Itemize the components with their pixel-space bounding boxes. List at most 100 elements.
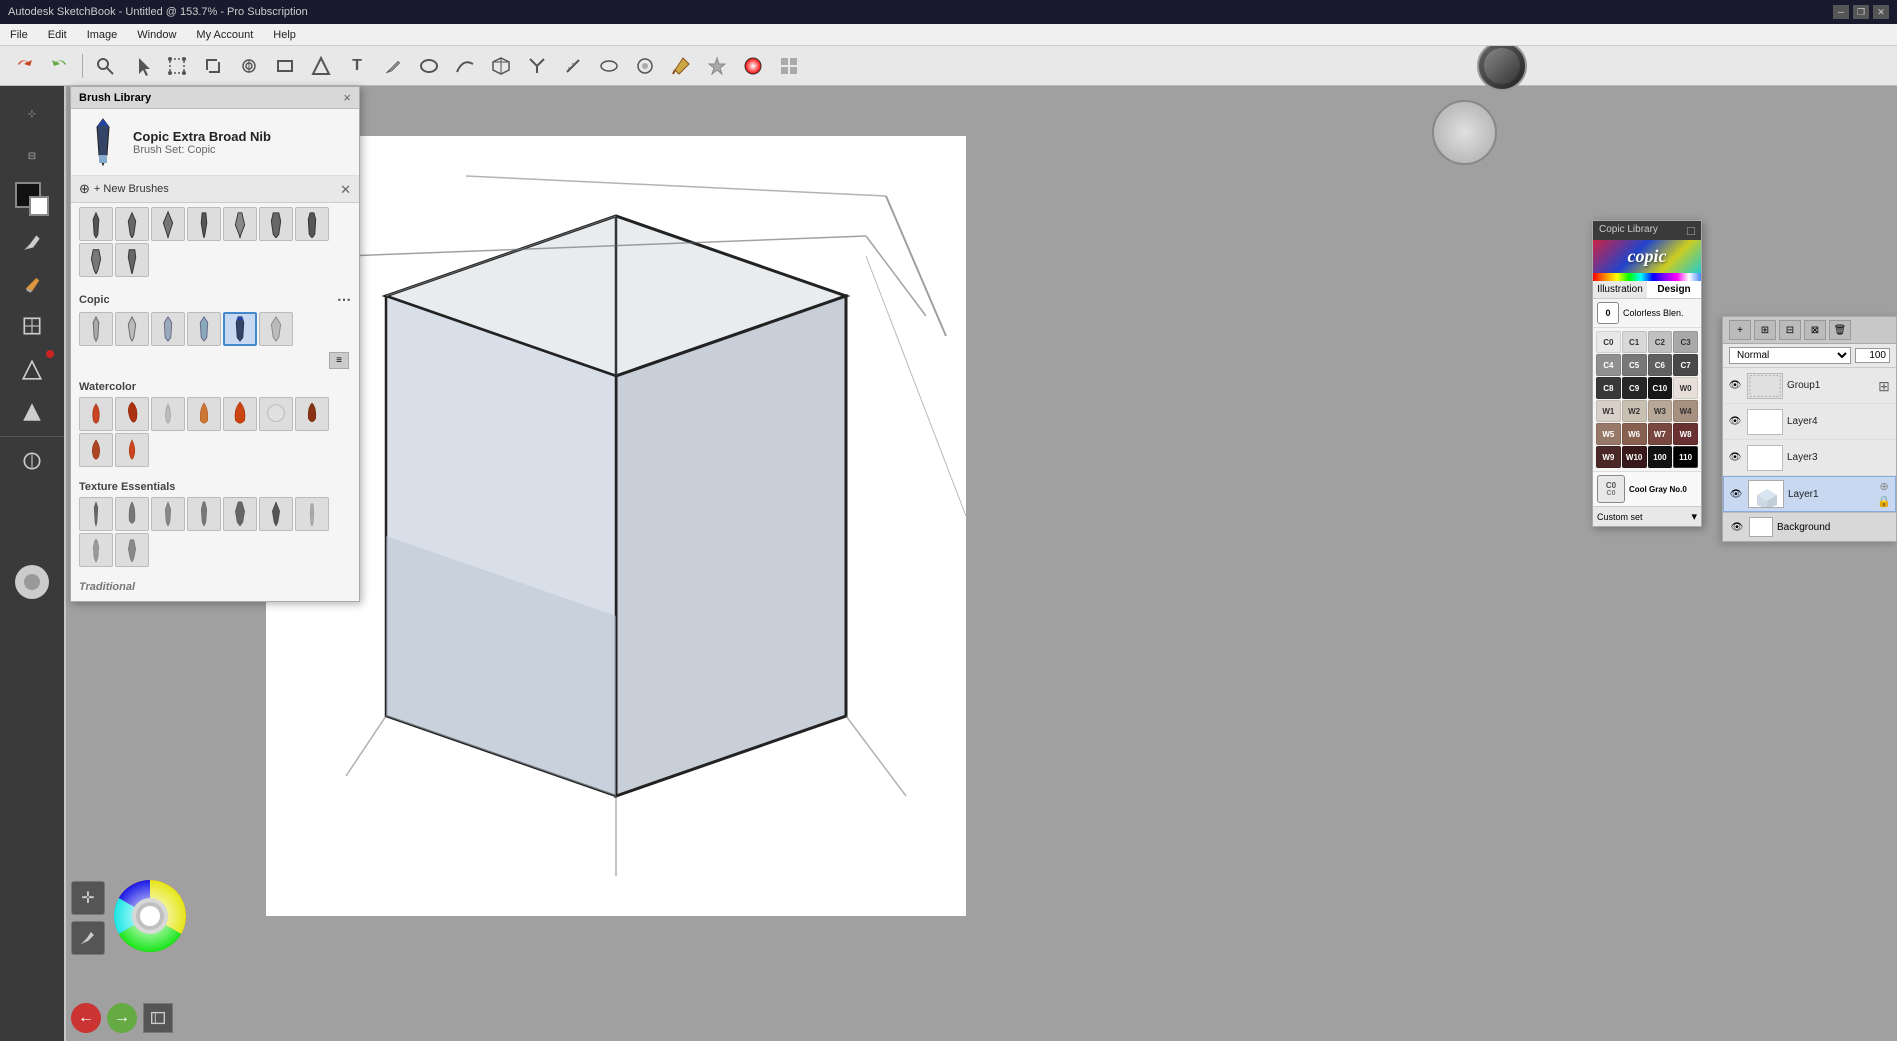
left-tool-1[interactable]: ⊹ — [10, 94, 54, 134]
layer-item-background[interactable]: 👁 Background — [1723, 512, 1896, 541]
copic-cell-C8[interactable]: C8 — [1596, 377, 1621, 399]
left-tool-5[interactable] — [10, 392, 54, 432]
copic-colorless-blend[interactable]: 0 Colorless Blen. — [1593, 299, 1701, 328]
curve-tool[interactable] — [449, 51, 481, 81]
delete-layer-button[interactable]: 🗑 — [1829, 320, 1851, 340]
watercolor-brush-2[interactable] — [115, 397, 149, 431]
copic-cell-C5[interactable]: C5 — [1622, 354, 1647, 376]
brush-item[interactable] — [259, 207, 293, 241]
brush-item[interactable] — [79, 243, 113, 277]
watercolor-brush-8[interactable] — [79, 433, 113, 467]
copic-cell-W6[interactable]: W6 — [1622, 423, 1647, 445]
copic-marker-tool[interactable] — [701, 51, 733, 81]
bottom-brush-btn[interactable] — [71, 921, 105, 955]
copic-cell-W4[interactable]: W4 — [1673, 400, 1698, 422]
copic-cell-C2[interactable]: C2 — [1648, 331, 1673, 353]
color-fg-bg[interactable] — [15, 182, 49, 216]
action-nav-button[interactable] — [143, 1003, 173, 1033]
airbrush-tool[interactable] — [557, 51, 589, 81]
layer-visibility-layer1[interactable]: 👁 — [1728, 487, 1744, 501]
layer-visibility-layer4[interactable]: 👁 — [1727, 415, 1743, 429]
layer-item-layer1[interactable]: 👁 Layer1 ⊕ 🔒 — [1723, 476, 1896, 512]
add-layer-button[interactable]: + — [1729, 320, 1751, 340]
copic-cell-C1[interactable]: C1 — [1622, 331, 1647, 353]
texture-brush-2[interactable] — [115, 497, 149, 531]
brush-item[interactable] — [223, 207, 257, 241]
redo-nav-button[interactable]: → — [107, 1003, 137, 1033]
watercolor-brush-6[interactable] — [259, 397, 293, 431]
copic-cell-W9[interactable]: W9 — [1596, 446, 1621, 468]
left-tool-brush[interactable] — [10, 222, 54, 262]
left-tool-eraser[interactable] — [10, 264, 54, 304]
pencil-tool[interactable] — [377, 51, 409, 81]
minimize-button[interactable]: ─ — [1833, 5, 1849, 19]
undo-nav-button[interactable]: ← — [71, 1003, 101, 1033]
layer-visibility-group1[interactable]: 👁 — [1727, 379, 1743, 393]
redo-button[interactable] — [44, 51, 76, 81]
text-tool[interactable]: T — [341, 51, 373, 81]
copic-cell-C3[interactable]: C3 — [1673, 331, 1698, 353]
copic-sort-btn[interactable]: ≡ — [329, 352, 349, 369]
color-pick-tool[interactable] — [665, 51, 697, 81]
copic-cell-C7[interactable]: C7 — [1673, 354, 1698, 376]
symmetry-tool[interactable] — [233, 51, 265, 81]
eraser-tool[interactable] — [593, 51, 625, 81]
brush-item[interactable] — [151, 207, 185, 241]
duplicate-layer-button[interactable]: ⊞ — [1754, 320, 1776, 340]
brush-section-traditional-label[interactable]: Traditional — [79, 581, 351, 593]
copic-library-close[interactable]: □ — [1687, 224, 1695, 237]
brush-library-close[interactable]: × — [343, 91, 351, 104]
texture-brush-1[interactable] — [79, 497, 113, 531]
brush-library-button[interactable] — [773, 51, 805, 81]
bottom-symmetry-btn[interactable]: ✛ — [71, 881, 105, 915]
menu-file[interactable]: File — [6, 27, 32, 43]
layer-lock-button[interactable]: 🔒 — [1877, 495, 1891, 508]
rectangle-tool[interactable] — [269, 51, 301, 81]
copic-cell-110[interactable]: 110 — [1673, 446, 1698, 468]
copic-tab-design[interactable]: Design — [1647, 281, 1701, 298]
brush-item[interactable] — [187, 207, 221, 241]
menu-help[interactable]: Help — [269, 27, 300, 43]
texture-brush-7[interactable] — [295, 497, 329, 531]
color-wheel-container[interactable] — [110, 876, 190, 959]
copic-cell-C6[interactable]: C6 — [1648, 354, 1673, 376]
copic-brush-4[interactable] — [187, 312, 221, 346]
brush-item[interactable] — [115, 207, 149, 241]
copic-cell-C0[interactable]: C0 — [1596, 331, 1621, 353]
copic-brush-2[interactable] — [115, 312, 149, 346]
brush-library-header[interactable]: Brush Library × — [71, 87, 359, 109]
copic-cell-W7[interactable]: W7 — [1648, 423, 1673, 445]
copic-cell-100[interactable]: 100 — [1648, 446, 1673, 468]
texture-brush-3[interactable] — [151, 497, 185, 531]
texture-brush-5[interactable] — [223, 497, 257, 531]
copic-library-header[interactable]: Copic Library □ — [1593, 221, 1701, 240]
texture-brush-9[interactable] — [115, 533, 149, 567]
texture-brush-8[interactable] — [79, 533, 113, 567]
layer-visibility-layer3[interactable]: 👁 — [1727, 451, 1743, 465]
copic-brush-3[interactable] — [151, 312, 185, 346]
left-tool-3[interactable] — [10, 306, 54, 346]
layer-options-group1[interactable]: ⊞ — [1876, 378, 1892, 394]
copic-cell-W2[interactable]: W2 — [1622, 400, 1647, 422]
watercolor-brush-7[interactable] — [295, 397, 329, 431]
copic-cell-W8[interactable]: W8 — [1673, 423, 1698, 445]
layer-item-layer3[interactable]: 👁 Layer3 — [1723, 440, 1896, 476]
brush-item[interactable] — [295, 207, 329, 241]
copic-cell-C9[interactable]: C9 — [1622, 377, 1647, 399]
clone-stamp-tool[interactable] — [629, 51, 661, 81]
texture-brush-4[interactable] — [187, 497, 221, 531]
drawing-canvas[interactable] — [266, 136, 966, 916]
left-tool-6[interactable] — [10, 441, 54, 481]
layer-item-group1[interactable]: 👁 Group1 ⊞ — [1723, 368, 1896, 404]
background-color[interactable] — [29, 196, 49, 216]
copic-brush-5-selected[interactable] — [223, 312, 257, 346]
copic-cell-W5[interactable]: W5 — [1596, 423, 1621, 445]
copic-cell-W3[interactable]: W3 — [1648, 400, 1673, 422]
ellipse-tool[interactable] — [413, 51, 445, 81]
texture-brush-6[interactable] — [259, 497, 293, 531]
menu-window[interactable]: Window — [133, 27, 180, 43]
crop-tool[interactable] — [197, 51, 229, 81]
close-button[interactable]: ✕ — [1873, 5, 1889, 19]
watercolor-brush-4[interactable] — [187, 397, 221, 431]
new-brushes-button[interactable]: ⊕ + New Brushes — [79, 181, 169, 197]
